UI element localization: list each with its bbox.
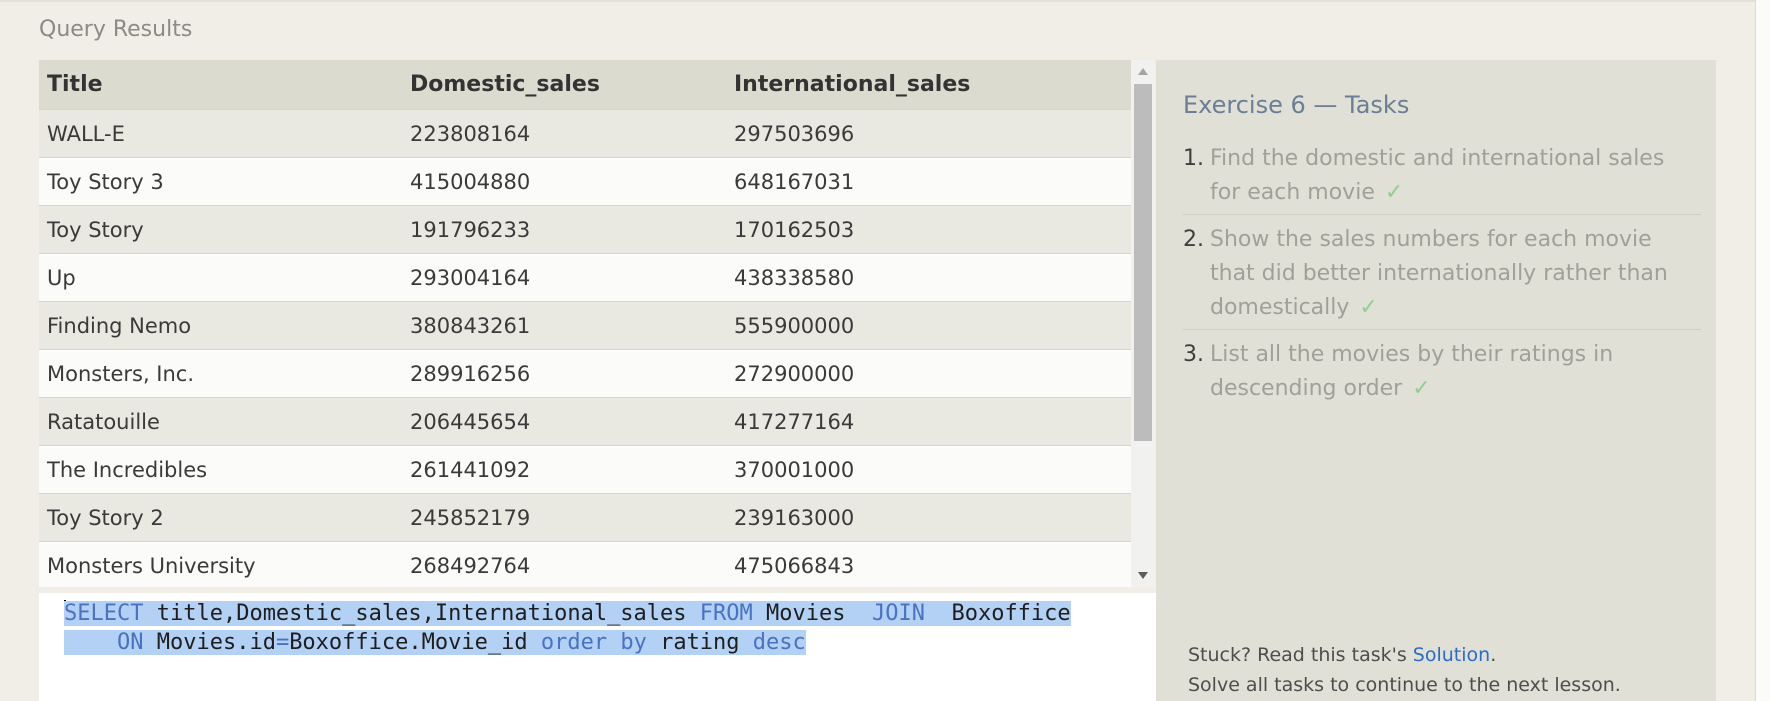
tasks-title: Exercise 6 — Tasks (1183, 91, 1410, 119)
task-item: 1. Find the domestic and international sa… (1183, 142, 1701, 215)
results-table: Title Domestic_sales International_sales… (39, 60, 1131, 587)
task-item: 3. List all the movies by their ratings i… (1183, 338, 1701, 410)
cell-international-sales: 239163000 (734, 505, 855, 530)
checkmark-icon: ✓ (1412, 376, 1431, 401)
table-row: The Incredibles 261441092 370001000 (39, 445, 1131, 493)
sql-keyword: desc (752, 630, 806, 655)
cell-title: Toy Story 2 (47, 505, 164, 530)
table-row: Toy Story 191796233 170162503 (39, 205, 1131, 253)
table-row: Up 293004164 438338580 (39, 253, 1131, 301)
sql-text: Boxoffice.Movie_id (289, 630, 541, 655)
table-row: Toy Story 2 245852179 239163000 (39, 493, 1131, 541)
column-header-title: Title (47, 72, 103, 97)
tasks-panel: Exercise 6 — Tasks 1. Find the domestic a… (1156, 60, 1716, 701)
cell-international-sales: 370001000 (734, 457, 855, 482)
cell-domestic-sales: 293004164 (410, 265, 531, 290)
task-text: Show the sales numbers for each movie th… (1210, 223, 1701, 325)
cell-title: Toy Story 3 (47, 169, 164, 194)
cell-domestic-sales: 268492764 (410, 553, 531, 578)
sql-editor[interactable]: SELECT title,Domestic_sales,Internationa… (39, 593, 1156, 701)
cell-domestic-sales: 380843261 (410, 313, 531, 338)
table-row: Monsters, Inc. 289916256 272900000 (39, 349, 1131, 397)
cell-title: Monsters University (47, 553, 256, 578)
results-scrollbar[interactable] (1131, 60, 1155, 587)
cell-international-sales: 438338580 (734, 265, 855, 290)
cell-domestic-sales: 289916256 (410, 361, 531, 386)
column-header-domestic: Domestic_sales (410, 72, 600, 97)
sql-text: Boxoffice (924, 601, 1071, 626)
sql-text: Movies.id (143, 630, 276, 655)
editor-line-1[interactable]: SELECT title,Domestic_sales,Internationa… (64, 599, 1071, 628)
table-row: Monsters University 268492764 475066843 (39, 541, 1131, 587)
solution-link[interactable]: Solution (1413, 644, 1490, 666)
cell-international-sales: 297503696 (734, 121, 855, 146)
table-body: WALL-E 223808164 297503696 Toy Story 3 41500… (39, 109, 1131, 587)
table-row: WALL-E 223808164 297503696 (39, 109, 1131, 157)
cell-international-sales: 272900000 (734, 361, 855, 386)
cell-domestic-sales: 206445654 (410, 409, 531, 434)
editor-line-2[interactable]: ON Movies.id=Boxoffice.Movie_id order by… (64, 628, 806, 657)
sql-keyword: JOIN (871, 601, 925, 626)
cell-international-sales: 170162503 (734, 217, 855, 242)
scrollbar-thumb[interactable] (1134, 84, 1152, 441)
page-scrollbar-gutter[interactable] (1755, 0, 1770, 701)
checkmark-icon: ✓ (1384, 180, 1404, 205)
sql-text: title,Domestic_sales,International_sales (143, 601, 700, 626)
cell-title: Toy Story (47, 217, 144, 242)
column-header-international: International_sales (734, 72, 971, 97)
task-number: 2. (1183, 227, 1204, 252)
task-list: 1. Find the domestic and international sa… (1183, 142, 1701, 418)
table-row: Ratatouille 206445654 417277164 (39, 397, 1131, 445)
continue-text: Solve all tasks to continue to the next … (1188, 674, 1621, 696)
cell-title: Finding Nemo (47, 313, 192, 338)
task-text: Find the domestic and international sale… (1210, 142, 1701, 210)
cell-international-sales: 475066843 (734, 553, 855, 578)
cell-international-sales: 648167031 (734, 169, 855, 194)
scroll-up-icon[interactable] (1138, 68, 1148, 75)
task-text: List all the movies by their ratings in … (1210, 338, 1701, 406)
sql-keyword: FROM (699, 601, 753, 626)
scroll-down-icon[interactable] (1138, 572, 1148, 579)
cell-title: Up (47, 265, 76, 290)
cell-title: WALL-E (47, 121, 125, 146)
sql-keyword: order by (540, 630, 647, 655)
task-label: Show the sales numbers for each movie th… (1210, 227, 1668, 320)
cell-domestic-sales: 415004880 (410, 169, 531, 194)
task-label: Find the domestic and international sale… (1210, 146, 1665, 205)
stuck-prefix: Stuck? Read this task's (1188, 644, 1413, 666)
sql-keyword: = (275, 630, 290, 655)
stuck-suffix: . (1490, 644, 1497, 666)
section-title: Query Results (39, 17, 193, 42)
task-number: 1. (1183, 146, 1204, 171)
cell-title: Ratatouille (47, 409, 160, 434)
table-header: Title Domestic_sales International_sales (39, 60, 1131, 109)
cell-title: Monsters, Inc. (47, 361, 195, 386)
sql-text: rating (646, 630, 753, 655)
cell-domestic-sales: 191796233 (410, 217, 531, 242)
sql-keyword: SELECT (64, 601, 144, 626)
cell-domestic-sales: 261441092 (410, 457, 531, 482)
sql-keyword: ON (116, 630, 144, 655)
sql-text: Movies (752, 601, 872, 626)
cell-title: The Incredibles (47, 457, 208, 482)
cell-international-sales: 417277164 (734, 409, 855, 434)
help-text: Stuck? Read this task's Solution. Solve … (1188, 640, 1621, 700)
table-row: Toy Story 3 415004880 648167031 (39, 157, 1131, 205)
cell-international-sales: 555900000 (734, 313, 855, 338)
task-number: 3. (1183, 342, 1204, 367)
cell-domestic-sales: 223808164 (410, 121, 531, 146)
top-border (0, 0, 1755, 6)
task-item: 2. Show the sales numbers for each movie … (1183, 223, 1701, 330)
cell-domestic-sales: 245852179 (410, 505, 531, 530)
table-row: Finding Nemo 380843261 555900000 (39, 301, 1131, 349)
checkmark-icon: ✓ (1359, 295, 1378, 320)
